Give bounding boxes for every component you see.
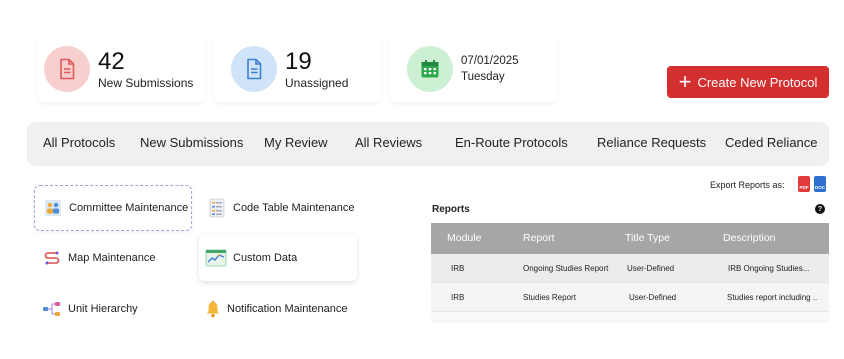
nav-ceded-reliance[interactable]: Ceded Reliance: [725, 122, 818, 166]
protocol-nav-bar: All Protocols New Submissions My Review …: [27, 122, 829, 166]
help-icon[interactable]: ?: [815, 204, 825, 214]
cell-module: IRB: [451, 293, 465, 302]
map-icon: [42, 248, 62, 268]
cell-title-type: User-Defined: [629, 293, 677, 302]
new-submissions-label: New Submissions: [98, 75, 194, 90]
nav-all-protocols[interactable]: All Protocols: [43, 122, 115, 166]
column-header-module: Module: [447, 232, 482, 244]
tile-custom-data[interactable]: Custom Data: [199, 235, 357, 281]
nav-all-reviews[interactable]: All Reviews: [355, 122, 422, 166]
tile-unit-hierarchy[interactable]: Unit Hierarchy: [34, 286, 192, 332]
nav-my-review[interactable]: My Review: [264, 122, 328, 166]
tile-label: Custom Data: [233, 252, 298, 264]
tile-label: Map Maintenance: [68, 252, 156, 264]
cell-title-type: User-Defined: [627, 264, 675, 273]
help-glyph: ?: [817, 205, 823, 213]
unassigned-count: 19: [285, 47, 312, 75]
create-new-protocol-label: Create New Protocol: [697, 74, 818, 90]
unassigned-label: Unassigned: [285, 75, 349, 90]
column-header-report: Report: [523, 232, 555, 244]
table-footer: [431, 312, 829, 320]
custom-data-icon: [205, 248, 227, 268]
code-table-icon: [207, 198, 227, 218]
pdf-icon[interactable]: PDF: [798, 176, 810, 192]
stat-unassigned[interactable]: 19 Unassigned: [213, 36, 381, 102]
stat-new-submissions[interactable]: 42 New Submissions: [37, 36, 205, 102]
pdf-label: PDF: [799, 185, 809, 190]
new-submissions-count: 42: [98, 47, 125, 75]
tile-label: Notification Maintenance: [227, 303, 348, 315]
tile-label: Code Table Maintenance: [233, 202, 355, 214]
nav-en-route-protocols[interactable]: En-Route Protocols: [455, 122, 568, 166]
table-row[interactable]: IRB Ongoing Studies Report User-Defined …: [431, 254, 829, 283]
tile-label: Committee Maintenance: [69, 202, 189, 214]
committee-icon: [43, 198, 63, 218]
tile-label: Unit Hierarchy: [68, 303, 138, 315]
day-value: Tuesday: [461, 71, 505, 83]
plus-icon: +: [678, 69, 692, 94]
export-reports-label: Export Reports as:: [710, 180, 785, 190]
tile-map-maintenance[interactable]: Map Maintenance: [34, 235, 192, 281]
document-icon: [44, 46, 90, 92]
column-header-description: Description: [723, 232, 776, 244]
cell-report: Studies Report: [523, 293, 576, 302]
cell-description: IRB Ongoing Studies...: [728, 264, 810, 273]
nav-new-submissions[interactable]: New Submissions: [140, 122, 243, 166]
hierarchy-icon: [42, 299, 62, 319]
tile-committee-maintenance[interactable]: Committee Maintenance: [34, 185, 192, 231]
cell-description: Studies report including ..: [727, 293, 818, 302]
table-row[interactable]: IRB Studies Report User-Defined Studies …: [431, 283, 829, 312]
reports-title: Reports: [432, 204, 470, 215]
reports-table: Module Report Title Type Description IRB…: [431, 223, 829, 320]
column-header-title-type: Title Type: [625, 232, 670, 244]
calendar-icon: [407, 46, 453, 92]
cell-module: IRB: [451, 264, 465, 273]
document-icon: [231, 46, 277, 92]
date-value: 07/01/2025: [461, 55, 519, 67]
stat-date: 07/01/2025 Tuesday: [389, 36, 557, 102]
tile-notification-maintenance[interactable]: Notification Maintenance: [199, 286, 357, 332]
create-new-protocol-button[interactable]: + Create New Protocol: [667, 66, 829, 98]
bell-icon: [203, 299, 223, 319]
table-header: Module Report Title Type Description: [431, 223, 829, 254]
nav-reliance-requests[interactable]: Reliance Requests: [597, 122, 706, 166]
tile-code-table-maintenance[interactable]: Code Table Maintenance: [199, 185, 357, 231]
doc-label: DOC: [815, 185, 825, 190]
cell-report: Ongoing Studies Report: [523, 264, 609, 273]
doc-icon[interactable]: DOC: [814, 176, 826, 192]
